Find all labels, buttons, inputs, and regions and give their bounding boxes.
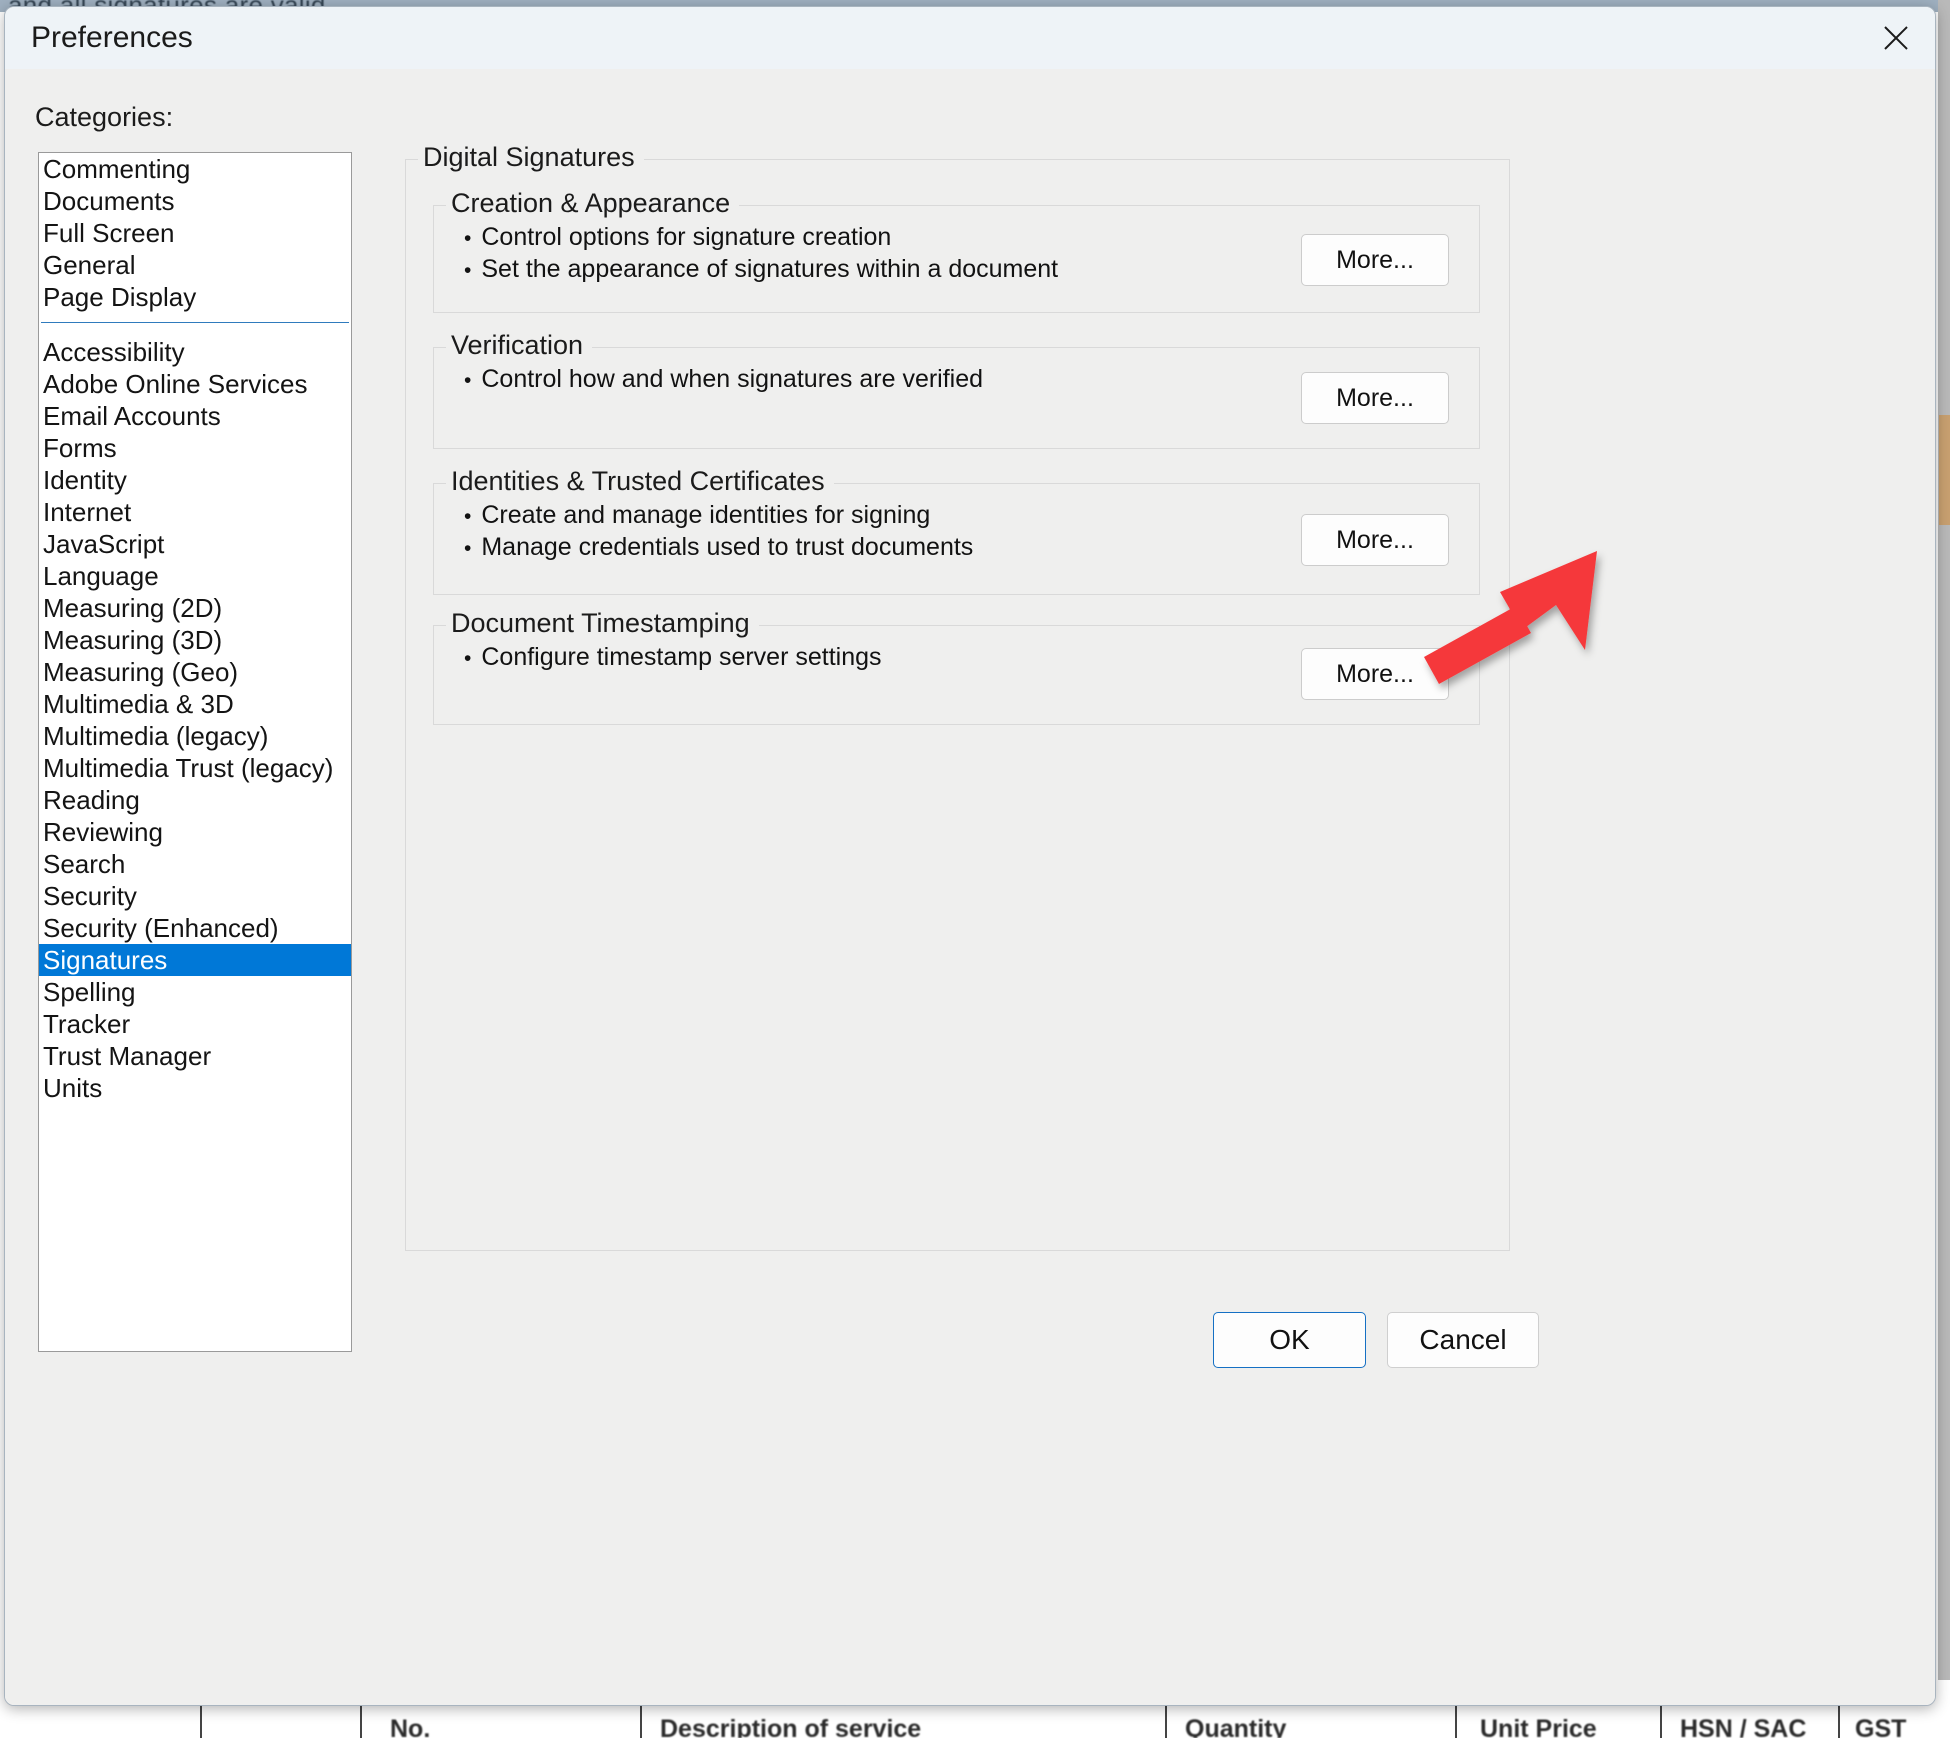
category-item-language[interactable]: Language (39, 560, 351, 592)
categories-separator (41, 322, 349, 323)
creation-appearance-bullets: Control options for signature creation S… (464, 222, 1058, 286)
dialog-titlebar: Preferences (5, 7, 1935, 69)
digital-signatures-panel: Digital Signatures Creation & Appearance… (405, 141, 1510, 1251)
verification-legend: Verification (446, 330, 593, 361)
category-item-units[interactable]: Units (39, 1072, 351, 1104)
document-timestamping-bullets: Configure timestamp server settings (464, 642, 881, 674)
category-item-forms[interactable]: Forms (39, 432, 351, 464)
category-item-page-display[interactable]: Page Display (39, 281, 351, 313)
preferences-dialog: Preferences Categories: Commenting Docume… (4, 6, 1936, 1706)
category-item-search[interactable]: Search (39, 848, 351, 880)
identities-trusted-certificates-group: Identities & Trusted Certificates Create… (433, 466, 1480, 595)
verification-more-button[interactable]: More... (1301, 372, 1449, 424)
category-item-multimedia-legacy[interactable]: Multimedia (legacy) (39, 720, 351, 752)
verification-group: Verification Control how and when signat… (433, 330, 1480, 449)
creation-appearance-group: Creation & Appearance Control options fo… (433, 188, 1480, 313)
category-item-measuring-geo[interactable]: Measuring (Geo) (39, 656, 351, 688)
category-item-general[interactable]: General (39, 249, 351, 281)
category-item-security-enhanced[interactable]: Security (Enhanced) (39, 912, 351, 944)
bullet-item: Create and manage identities for signing (464, 500, 973, 532)
categories-label: Categories: (35, 102, 174, 132)
bullet-item: Configure timestamp server settings (464, 642, 881, 674)
identities-trusted-certificates-legend: Identities & Trusted Certificates (446, 466, 834, 497)
screen: and all signatures are valid. No. Descri… (0, 0, 1950, 1738)
bullet-item: Set the appearance of signatures within … (464, 254, 1058, 286)
dialog-title: Preferences (31, 21, 193, 54)
category-item-full-screen[interactable]: Full Screen (39, 217, 351, 249)
bg-th-5: GST (1855, 1715, 1907, 1738)
category-item-security[interactable]: Security (39, 880, 351, 912)
category-item-internet[interactable]: Internet (39, 496, 351, 528)
ok-button[interactable]: OK (1213, 1312, 1366, 1368)
bg-th-3: Unit Price (1480, 1715, 1597, 1738)
category-item-accessibility[interactable]: Accessibility (39, 336, 351, 368)
category-item-identity[interactable]: Identity (39, 464, 351, 496)
category-item-reading[interactable]: Reading (39, 784, 351, 816)
category-item-tracker[interactable]: Tracker (39, 1008, 351, 1040)
cancel-button[interactable]: Cancel (1387, 1312, 1539, 1368)
bullet-item: Manage credentials used to trust documen… (464, 532, 973, 564)
bullet-item: Control how and when signatures are veri… (464, 364, 983, 396)
bullet-item: Control options for signature creation (464, 222, 1058, 254)
bg-th-0: No. (390, 1715, 431, 1738)
creation-appearance-legend: Creation & Appearance (446, 188, 740, 219)
category-item-spelling[interactable]: Spelling (39, 976, 351, 1008)
identities-bullets: Create and manage identities for signing… (464, 500, 973, 564)
category-item-reviewing[interactable]: Reviewing (39, 816, 351, 848)
background-scrollbar-track[interactable] (1938, 0, 1950, 1738)
dialog-body: Categories: Commenting Documents Full Scre… (5, 69, 1935, 1705)
background-scrollbar-thumb[interactable] (1939, 415, 1950, 525)
category-item-adobe-online-services[interactable]: Adobe Online Services (39, 368, 351, 400)
category-item-trust-manager[interactable]: Trust Manager (39, 1040, 351, 1072)
category-item-javascript[interactable]: JavaScript (39, 528, 351, 560)
category-item-commenting[interactable]: Commenting (39, 153, 351, 185)
identities-trusted-certificates-more-button[interactable]: More... (1301, 514, 1449, 566)
category-item-multimedia-trust-legacy[interactable]: Multimedia Trust (legacy) (39, 752, 351, 784)
creation-appearance-more-button[interactable]: More... (1301, 234, 1449, 286)
category-item-measuring-3d[interactable]: Measuring (3D) (39, 624, 351, 656)
category-item-signatures[interactable]: Signatures (39, 944, 351, 976)
bg-th-2: Quantity (1185, 1715, 1287, 1738)
verification-bullets: Control how and when signatures are veri… (464, 364, 983, 396)
document-timestamping-legend: Document Timestamping (446, 608, 759, 639)
close-icon[interactable] (1857, 7, 1935, 69)
category-item-multimedia-3d[interactable]: Multimedia & 3D (39, 688, 351, 720)
category-item-documents[interactable]: Documents (39, 185, 351, 217)
bg-th-1: Description of service (660, 1715, 922, 1738)
categories-list[interactable]: Commenting Documents Full Screen General Pag… (38, 152, 352, 1352)
category-item-measuring-2d[interactable]: Measuring (2D) (39, 592, 351, 624)
digital-signatures-group-legend: Digital Signatures (418, 142, 644, 173)
document-timestamping-more-button[interactable]: More... (1301, 648, 1449, 700)
category-item-email-accounts[interactable]: Email Accounts (39, 400, 351, 432)
bg-th-4: HSN / SAC (1680, 1715, 1807, 1738)
document-timestamping-group: Document Timestamping Configure timestam… (433, 608, 1480, 725)
